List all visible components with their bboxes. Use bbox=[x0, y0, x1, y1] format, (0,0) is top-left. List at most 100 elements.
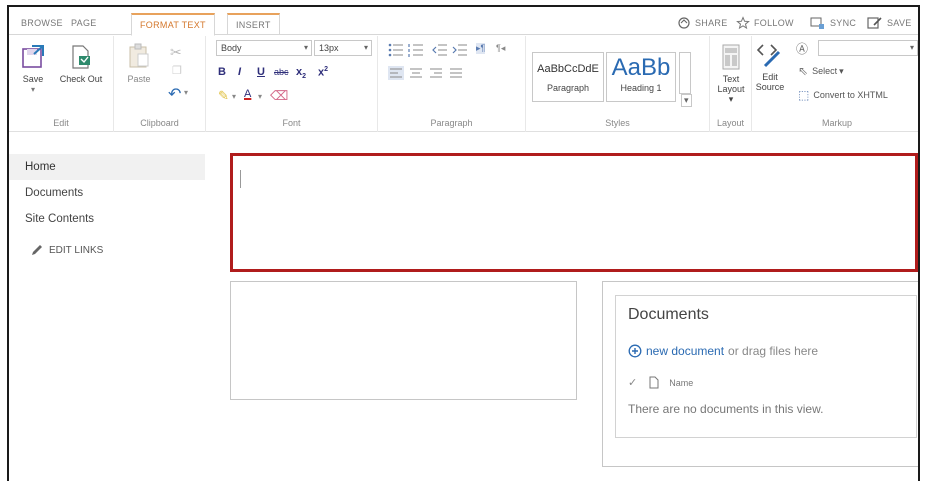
share-label: SHARE bbox=[695, 18, 728, 28]
follow-button[interactable]: FOLLOW bbox=[736, 14, 794, 32]
paste-icon bbox=[129, 43, 149, 68]
superscript-button[interactable]: x2 bbox=[318, 66, 328, 79]
convert-icon: ⬚ bbox=[798, 88, 810, 102]
share-icon bbox=[678, 17, 690, 29]
copy-icon[interactable]: ❐ bbox=[172, 64, 182, 77]
edit-source-button[interactable]: Edit Source bbox=[754, 42, 786, 92]
italic-button[interactable]: I bbox=[238, 66, 241, 78]
paragraph-group: ▸¶ ¶◂ Paragraph bbox=[378, 36, 526, 132]
clear-format-icon[interactable]: ⌫ bbox=[270, 88, 288, 104]
text-layout-button[interactable]: Text Layout ▾ bbox=[714, 44, 748, 104]
check-out-icon bbox=[72, 45, 90, 69]
increase-indent-icon[interactable] bbox=[452, 43, 468, 57]
markup-group: Edit Source Ⓐ ▾ ⇖ Select ▾ ⬚ Convert to X… bbox=[752, 36, 918, 132]
empty-view-message: There are no documents in this view. bbox=[628, 402, 824, 416]
sync-button[interactable]: SYNC bbox=[810, 14, 856, 32]
highlight-dropdown-icon[interactable]: ▾ bbox=[232, 92, 236, 101]
convert-label: Convert to XHTML bbox=[813, 90, 888, 100]
subscript-button[interactable]: x2 bbox=[296, 66, 306, 80]
save-button-top[interactable]: SAVE bbox=[867, 14, 912, 32]
paste-button[interactable]: Paste bbox=[122, 42, 156, 84]
select-button[interactable]: ⇖ Select ▾ bbox=[798, 64, 844, 78]
web-part-zone-right[interactable]: Documents new document or drag files her… bbox=[602, 281, 918, 467]
left-nav: Home Documents Site Contents EDIT LINKS bbox=[9, 154, 209, 256]
styles-scroll[interactable] bbox=[679, 52, 691, 94]
paragraph-style-sample: AaBbCcDdE bbox=[537, 63, 599, 75]
clipboard-group-label: Clipboard bbox=[140, 118, 179, 128]
nav-item-home[interactable]: Home bbox=[9, 154, 205, 180]
edit-group: Save ▾ Check Out Edit bbox=[9, 36, 114, 132]
new-document-link[interactable]: new document bbox=[646, 344, 724, 358]
font-name-select[interactable]: Body ▾ bbox=[216, 40, 312, 56]
nav-item-documents[interactable]: Documents bbox=[9, 180, 209, 206]
select-cursor-icon: ⇖ bbox=[798, 64, 809, 78]
save-label-top: SAVE bbox=[887, 18, 912, 28]
rtl-icon[interactable]: ¶◂ bbox=[496, 43, 505, 54]
justify-icon[interactable] bbox=[448, 66, 464, 80]
font-group-label: Font bbox=[282, 118, 301, 128]
markup-styles-select[interactable]: ▾ bbox=[818, 40, 918, 56]
column-header-name[interactable]: Name bbox=[669, 378, 693, 388]
save-label: Save bbox=[22, 74, 44, 84]
strikethrough-button[interactable]: abc bbox=[274, 67, 289, 77]
save-edit-icon bbox=[867, 17, 882, 29]
save-button[interactable]: Save ▾ bbox=[15, 44, 51, 94]
web-part-zone-left[interactable] bbox=[230, 281, 577, 400]
convert-to-xhtml-button[interactable]: ⬚ Convert to XHTML bbox=[798, 88, 888, 102]
follow-label: FOLLOW bbox=[754, 18, 794, 28]
nav-item-site-contents[interactable]: Site Contents bbox=[9, 206, 209, 232]
sync-icon bbox=[810, 17, 824, 29]
edit-links-button[interactable]: EDIT LINKS bbox=[9, 244, 209, 256]
align-left-icon[interactable] bbox=[388, 66, 404, 80]
underline-button[interactable]: U bbox=[257, 66, 265, 78]
language-icon[interactable]: Ⓐ bbox=[796, 40, 808, 57]
check-out-label: Check Out bbox=[59, 74, 103, 84]
align-right-icon[interactable] bbox=[428, 66, 444, 80]
highlight-color-icon[interactable]: ✎ bbox=[218, 88, 229, 104]
star-icon bbox=[736, 16, 750, 30]
check-out-button[interactable]: Check Out bbox=[55, 44, 107, 84]
sync-label: SYNC bbox=[830, 18, 857, 28]
undo-dropdown-icon[interactable]: ▾ bbox=[184, 88, 188, 97]
ribbon: Save ▾ Check Out Edit Paste ✂ ❐ ↶ ▾ Clip… bbox=[9, 36, 918, 132]
clipboard-group: Paste ✂ ❐ ↶ ▾ Clipboard bbox=[114, 36, 206, 132]
paragraph-style-label: Paragraph bbox=[546, 83, 590, 93]
bold-button[interactable]: B bbox=[218, 66, 226, 78]
styles-group-label: Styles bbox=[605, 118, 630, 128]
decrease-indent-icon[interactable] bbox=[432, 43, 448, 57]
font-color-button[interactable]: A bbox=[244, 88, 251, 100]
font-group: Body ▾ 13px ▾ B I U abc x2 x2 ✎ ▾ A ▾ ⌫ … bbox=[206, 36, 378, 132]
rich-text-editor[interactable] bbox=[230, 153, 918, 272]
font-name-value: Body bbox=[221, 43, 242, 53]
heading-style-sample: AaBb bbox=[611, 54, 671, 81]
add-circle-icon[interactable] bbox=[628, 344, 642, 358]
tab-insert[interactable]: INSERT bbox=[227, 13, 280, 35]
align-center-icon[interactable] bbox=[408, 66, 424, 80]
cut-icon[interactable]: ✂ bbox=[170, 44, 182, 61]
tab-page[interactable]: PAGE bbox=[63, 13, 105, 35]
drag-files-text: or drag files here bbox=[728, 344, 819, 358]
tab-format-text[interactable]: FORMAT TEXT bbox=[131, 13, 215, 36]
sharepoint-page: BROWSE PAGE FORMAT TEXT INSERT SHARE FOL… bbox=[7, 5, 920, 481]
text-layout-line1: Text bbox=[722, 74, 740, 84]
style-paragraph[interactable]: AaBbCcDdE Paragraph bbox=[532, 52, 604, 102]
list-header: ✓ Name bbox=[628, 376, 693, 389]
font-color-dropdown-icon[interactable]: ▾ bbox=[258, 92, 262, 101]
chevron-down-icon: ▾ bbox=[363, 43, 368, 52]
select-all-checkmark-icon[interactable]: ✓ bbox=[628, 376, 637, 389]
chevron-down-icon: ▾ bbox=[303, 43, 308, 52]
edit-links-label: EDIT LINKS bbox=[49, 244, 104, 256]
styles-more-icon[interactable]: ▾ bbox=[681, 94, 692, 107]
numbered-list-icon[interactable] bbox=[408, 43, 424, 57]
edit-source-line2: Source bbox=[755, 82, 785, 92]
undo-icon[interactable]: ↶ bbox=[168, 84, 181, 104]
style-heading-1[interactable]: AaBb Heading 1 bbox=[606, 52, 676, 102]
share-button[interactable]: SHARE bbox=[677, 14, 728, 32]
ltr-icon[interactable]: ▸¶ bbox=[476, 43, 486, 54]
markup-group-label: Markup bbox=[821, 118, 852, 128]
font-size-value: 13px bbox=[319, 43, 339, 53]
edit-source-line1: Edit bbox=[762, 72, 778, 82]
font-size-select[interactable]: 13px ▾ bbox=[314, 40, 372, 56]
documents-title[interactable]: Documents bbox=[628, 306, 709, 324]
bulleted-list-icon[interactable] bbox=[388, 43, 404, 57]
